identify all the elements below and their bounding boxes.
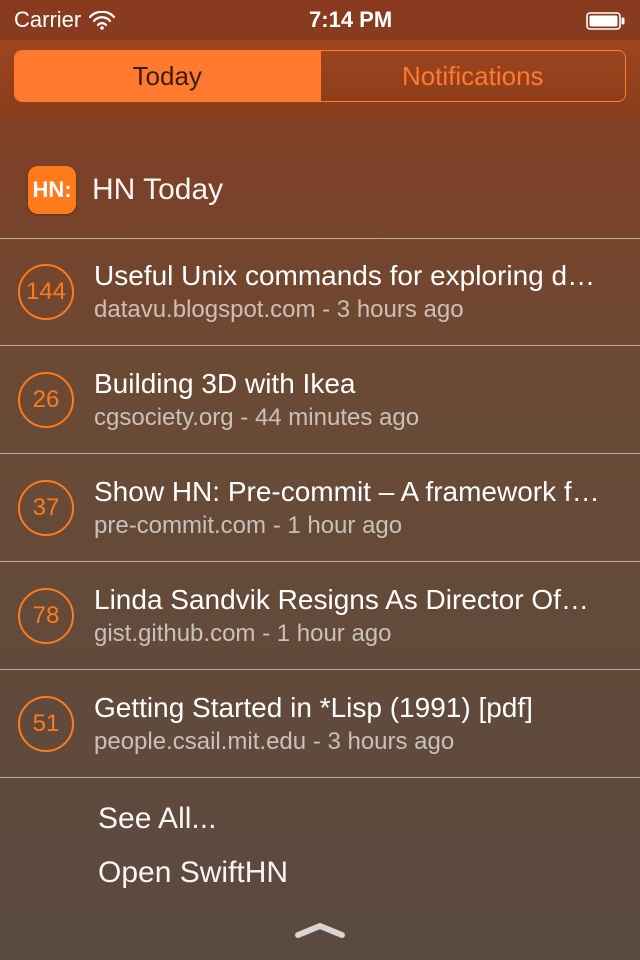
- score-value: 78: [33, 602, 60, 630]
- score-badge: 51: [18, 696, 74, 752]
- score-value: 51: [33, 710, 60, 738]
- story-row[interactable]: 26 Building 3D with Ikea cgsociety.org -…: [0, 346, 640, 454]
- story-text: Getting Started in *Lisp (1991) [pdf] pe…: [94, 692, 620, 756]
- carrier-label: Carrier: [14, 7, 81, 33]
- story-title: Show HN: Pre-commit – A framework f…: [94, 476, 620, 508]
- score-badge: 144: [18, 264, 74, 320]
- story-title: Linda Sandvik Resigns As Director Of…: [94, 584, 620, 616]
- see-all-label: See All...: [98, 802, 216, 835]
- tab-today[interactable]: Today: [15, 51, 320, 101]
- tab-notifications[interactable]: Notifications: [320, 51, 626, 101]
- story-title: Building 3D with Ikea: [94, 368, 620, 400]
- widget-header: HN: HN Today: [0, 156, 640, 238]
- status-right: [586, 7, 626, 33]
- score-value: 26: [33, 386, 60, 414]
- story-text: Useful Unix commands for exploring d… da…: [94, 260, 620, 324]
- score-badge: 37: [18, 480, 74, 536]
- widget-footer: See All... Open SwiftHN: [0, 778, 640, 914]
- wifi-icon: [89, 7, 115, 33]
- story-text: Linda Sandvik Resigns As Director Of… gi…: [94, 584, 620, 648]
- nc-header: Today Notifications: [0, 40, 640, 116]
- story-title: Useful Unix commands for exploring d…: [94, 260, 620, 292]
- status-bar: Carrier 7:14 PM: [0, 0, 640, 40]
- story-text: Show HN: Pre-commit – A framework f… pre…: [94, 476, 620, 540]
- today-notifications-segmented: Today Notifications: [14, 50, 626, 102]
- story-meta: gist.github.com - 1 hour ago: [94, 620, 620, 648]
- tab-notifications-label: Notifications: [402, 61, 544, 92]
- clock: 7:14 PM: [309, 7, 392, 33]
- story-list: 144 Useful Unix commands for exploring d…: [0, 238, 640, 778]
- story-meta: cgsociety.org - 44 minutes ago: [94, 404, 620, 432]
- status-left: Carrier: [14, 7, 115, 33]
- open-app-link[interactable]: Open SwiftHN: [98, 846, 640, 900]
- app-icon: HN:: [28, 166, 76, 214]
- story-meta: datavu.blogspot.com - 3 hours ago: [94, 296, 620, 324]
- story-row[interactable]: 144 Useful Unix commands for exploring d…: [0, 238, 640, 346]
- story-meta: pre-commit.com - 1 hour ago: [94, 512, 620, 540]
- score-value: 37: [33, 494, 60, 522]
- story-row[interactable]: 37 Show HN: Pre-commit – A framework f… …: [0, 454, 640, 562]
- battery-icon: [586, 7, 626, 33]
- story-meta: people.csail.mit.edu - 3 hours ago: [94, 728, 620, 756]
- story-row[interactable]: 78 Linda Sandvik Resigns As Director Of……: [0, 562, 640, 670]
- app-icon-text: HN:: [32, 177, 71, 203]
- story-row[interactable]: 51 Getting Started in *Lisp (1991) [pdf]…: [0, 670, 640, 778]
- tab-today-label: Today: [133, 61, 202, 92]
- score-badge: 26: [18, 372, 74, 428]
- chevron-up-icon: [292, 921, 348, 944]
- score-badge: 78: [18, 588, 74, 644]
- today-widget-area: HN: HN Today 144 Useful Unix commands fo…: [0, 116, 640, 914]
- story-text: Building 3D with Ikea cgsociety.org - 44…: [94, 368, 620, 432]
- score-value: 144: [26, 278, 66, 306]
- grabber-handle[interactable]: [290, 922, 350, 942]
- see-all-link[interactable]: See All...: [98, 792, 640, 846]
- open-app-label: Open SwiftHN: [98, 856, 288, 889]
- widget-title: HN Today: [92, 173, 223, 207]
- story-title: Getting Started in *Lisp (1991) [pdf]: [94, 692, 620, 724]
